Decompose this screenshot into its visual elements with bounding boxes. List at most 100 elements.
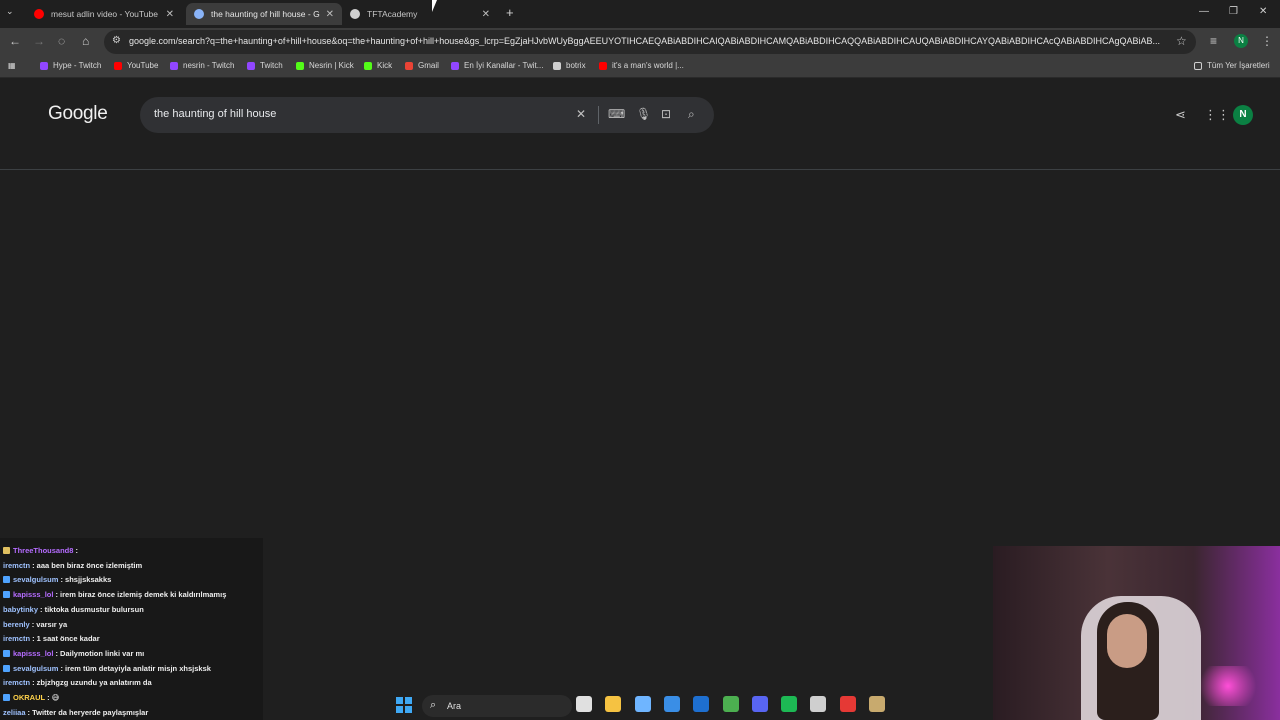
lens-camera-icon[interactable]: ⊡ — [661, 107, 671, 121]
chat-badge-icon — [3, 664, 10, 672]
twitch-icon — [40, 61, 48, 70]
address-url: google.com/search?q=the+haunting+of+hill… — [129, 36, 1161, 46]
bookmark-gmail[interactable]: Gmail — [405, 61, 439, 70]
chat-text: : irem biraz önce izlemiş demek ki kaldı… — [55, 590, 227, 600]
google-apps-icon[interactable]: ⋮⋮ — [1204, 107, 1230, 123]
bookmark-kick[interactable]: Kick — [364, 61, 392, 70]
spotify-icon[interactable] — [781, 696, 798, 712]
chat-username: iremctn — [3, 560, 31, 570]
stop-loading-icon[interactable]: ◌ — [58, 34, 65, 48]
home-icon[interactable]: ⌂ — [82, 34, 89, 48]
chat-username: OKRAUL — [13, 693, 46, 702]
tab-google-search[interactable]: the haunting of hill house - Google ✕ — [186, 3, 342, 25]
search-input[interactable]: the haunting of hill house — [154, 108, 276, 120]
bookmark-botrix[interactable]: botrix — [553, 61, 586, 70]
chat-badge-icon — [3, 591, 10, 599]
mouse-cursor — [432, 0, 437, 12]
start-tile — [405, 706, 412, 713]
bookmark-mans-world[interactable]: it's a man's world |... — [599, 61, 684, 70]
tab-title: mesut adlin video - YouTube — [51, 9, 158, 19]
close-window-icon[interactable]: ✕ — [1259, 6, 1267, 17]
minimize-window-icon[interactable]: — — [1199, 6, 1209, 17]
chat-message: ThreeThousand8: — [3, 546, 78, 555]
chat-username: sevalgulsum — [13, 663, 59, 673]
bookmark-twitch[interactable]: Twitch — [247, 61, 283, 70]
search-box[interactable]: the haunting of hill house ✕ ⌨ 🎙 ⊡ ⌕ — [140, 97, 714, 133]
chat-message: kapisss_lol: irem biraz önce izlemiş dem… — [3, 590, 226, 599]
account-avatar[interactable]: N — [1233, 105, 1253, 125]
bookmark-nesrin-twitch[interactable]: nesrin - Twitch — [170, 61, 234, 70]
chat-text: : aaa ben biraz önce izlemiştim — [32, 560, 143, 570]
chat-username: kapisss_lol — [13, 648, 54, 658]
browser-menu-icon[interactable]: ⋮ — [1261, 34, 1273, 48]
tftacademy-favicon-icon — [350, 9, 360, 19]
outlook-icon[interactable] — [693, 696, 710, 712]
search-magnifier-icon[interactable]: ⌕ — [688, 107, 695, 122]
share-icon[interactable]: ⋖ — [1175, 107, 1186, 123]
chat-message: zeliiaa: Twitter da heryerde paylaşmışla… — [3, 708, 148, 717]
bookmark-label: nesrin - Twitch — [183, 61, 235, 70]
new-tab-plus-icon[interactable]: + — [506, 5, 514, 20]
back-arrow-icon[interactable]: ← — [9, 34, 21, 48]
stream-chat-overlay: ThreeThousand8: iremctn: aaa ben biraz ö… — [0, 538, 263, 720]
store-icon[interactable] — [663, 696, 680, 712]
google-logo[interactable]: Google — [48, 103, 108, 125]
address-bar[interactable]: ⚙ google.com/search?q=the+haunting+of+hi… — [104, 30, 1196, 54]
bookmark-youtube[interactable]: YouTube — [114, 61, 158, 70]
chat-text: : Dailymotion linki var mı — [55, 648, 145, 658]
close-tab-icon[interactable]: ✕ — [482, 9, 490, 20]
discord-icon[interactable] — [751, 696, 768, 712]
bookmark-label: Hype - Twitch — [53, 61, 102, 70]
chat-badge-icon — [3, 576, 10, 584]
search-icon: ⌕ — [430, 699, 437, 711]
bookmark-en-iyi-kanallar[interactable]: En İyi Kanallar - Twit... — [451, 61, 543, 70]
copilot-icon[interactable] — [634, 696, 651, 712]
close-tab-icon[interactable]: ✕ — [166, 9, 174, 20]
tab-youtube[interactable]: mesut adlin video - YouTube ✕ — [26, 3, 182, 25]
chrome-icon[interactable] — [722, 696, 739, 712]
taskbar-search-label: Ara — [447, 701, 462, 711]
chat-text: : zbjzhgzg uzundu ya anlatırım da — [32, 678, 152, 688]
twitch-icon — [247, 61, 255, 70]
reading-list-icon[interactable]: ≡ — [1210, 34, 1217, 48]
clear-search-icon[interactable]: ✕ — [576, 107, 586, 121]
restore-window-icon[interactable]: ❐ — [1229, 6, 1238, 17]
chat-text: : Twitter da heryerde paylaşmışlar — [27, 707, 149, 717]
kick-icon — [296, 61, 304, 70]
forward-arrow-icon[interactable]: → — [33, 34, 45, 48]
tab-title: the haunting of hill house - Google — [211, 9, 320, 19]
chat-text: : irem tüm detayiyla anlatir misjn xhsjs… — [60, 663, 211, 673]
bookmark-nesrin-kick[interactable]: Nesrin | Kick — [296, 61, 354, 70]
apps-grid-icon[interactable]: ▦ — [8, 61, 16, 70]
chat-badge-icon — [3, 694, 10, 701]
chat-message: berenly: varsır ya — [3, 620, 67, 629]
keyboard-icon[interactable]: ⌨ — [608, 107, 625, 121]
streamlabs-icon[interactable] — [839, 696, 856, 712]
all-bookmarks-folder[interactable]: Tüm Yer İşaretleri — [1194, 61, 1270, 70]
chat-username: iremctn — [3, 634, 31, 644]
profile-avatar[interactable]: N — [1234, 34, 1248, 48]
chat-message: iremctn: aaa ben biraz önce izlemiştim — [3, 561, 142, 570]
bookmark-label: En İyi Kanallar - Twit... — [464, 61, 544, 70]
tab-tftacademy[interactable]: TFTAcademy ✕ — [342, 3, 498, 25]
chat-message: OKRAUL: 😅 — [3, 693, 60, 702]
bookmark-hype-twitch[interactable]: Hype - Twitch — [40, 61, 101, 70]
windows-start-icon[interactable] — [396, 697, 412, 713]
google-favicon-icon — [194, 9, 204, 19]
microphone-icon[interactable]: 🎙 — [636, 107, 651, 121]
bookmark-label: YouTube — [127, 61, 159, 70]
bookmark-label: Tüm Yer İşaretleri — [1207, 61, 1270, 70]
close-tab-icon[interactable]: ✕ — [326, 9, 334, 20]
site-info-icon[interactable]: ⚙ — [112, 35, 121, 46]
taskbar-search[interactable]: ⌕ Ara — [422, 695, 572, 717]
obs-icon[interactable] — [810, 696, 827, 712]
task-view-icon[interactable] — [576, 696, 592, 712]
tab-search-chevron-icon[interactable]: ⌄ — [6, 6, 14, 17]
twitch-icon — [451, 61, 459, 70]
chat-message: iremctn: 1 saat önce kadar — [3, 634, 100, 643]
header-divider — [0, 169, 1280, 170]
chat-username: iremctn — [3, 678, 31, 688]
bookmark-star-icon[interactable]: ☆ — [1176, 34, 1187, 48]
file-explorer-icon[interactable] — [605, 696, 622, 712]
league-icon[interactable] — [869, 696, 885, 712]
